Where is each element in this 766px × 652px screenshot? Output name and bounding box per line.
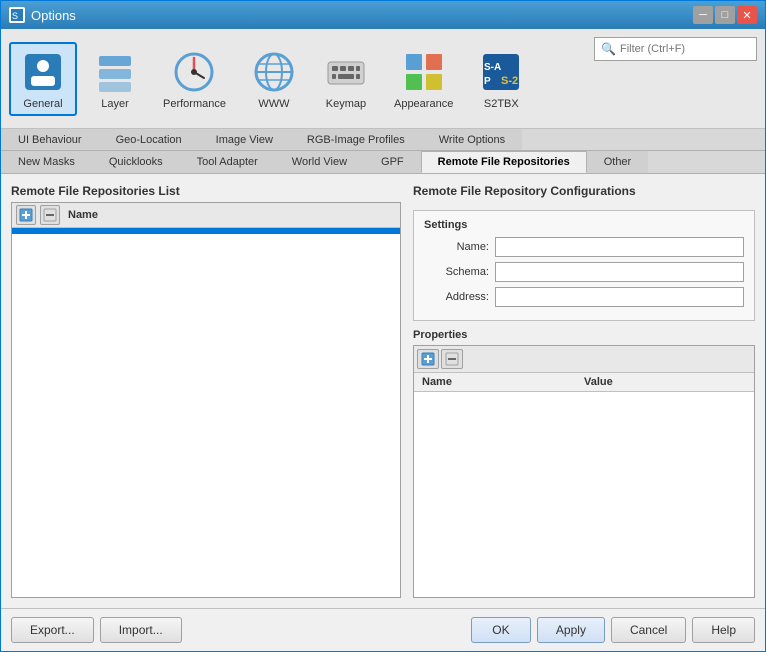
bottom-left: Export... Import...: [11, 617, 182, 643]
title-bar: S Options ─ □ ✕: [1, 1, 765, 29]
search-box[interactable]: 🔍: [594, 37, 757, 61]
tabs-container: UI Behaviour Geo-Location Image View RGB…: [1, 129, 765, 174]
tab-write-options[interactable]: Write Options: [422, 129, 522, 150]
ok-button[interactable]: OK: [471, 617, 531, 643]
left-panel-title: Remote File Repositories List: [11, 184, 401, 198]
right-panel-title: Remote File Repository Configurations: [413, 184, 755, 198]
apply-button[interactable]: Apply: [537, 617, 605, 643]
tab-ui-behaviour[interactable]: UI Behaviour: [1, 129, 99, 150]
content-inner: Remote File Repositories List: [11, 184, 755, 598]
tab-row-2: New Masks Quicklooks Tool Adapter World …: [1, 151, 765, 173]
export-button[interactable]: Export...: [11, 617, 94, 643]
maximize-button[interactable]: □: [715, 6, 735, 24]
app-icon: S: [9, 7, 25, 23]
keymap-icon: [322, 48, 370, 96]
props-col-value: Value: [584, 376, 746, 388]
properties-container: Name Value: [413, 345, 755, 598]
search-icon: 🔍: [601, 42, 616, 56]
tab-other[interactable]: Other: [587, 151, 649, 173]
left-panel: Remote File Repositories List: [11, 184, 401, 598]
toolbar-item-www[interactable]: WWW: [240, 42, 308, 116]
svg-text:S-A: S-A: [484, 62, 501, 73]
tab-remote-file-repositories[interactable]: Remote File Repositories: [421, 151, 587, 173]
bottom-bar: Export... Import... OK Apply Cancel Help: [1, 608, 765, 651]
s2tbx-icon: S-A P S-2: [477, 48, 525, 96]
right-panel: Remote File Repository Configurations Se…: [413, 184, 755, 598]
toolbar-item-s2tbx[interactable]: S-A P S-2 S2TBX: [467, 42, 535, 116]
props-body: [414, 392, 754, 597]
title-controls: ─ □ ✕: [693, 6, 757, 24]
minimize-button[interactable]: ─: [693, 6, 713, 24]
tab-quicklooks[interactable]: Quicklooks: [92, 151, 180, 173]
toolbar-label-appearance: Appearance: [394, 98, 453, 110]
layer-icon: [91, 48, 139, 96]
toolbar: General Layer: [1, 29, 765, 129]
toolbar-label-s2tbx: S2TBX: [484, 98, 519, 110]
tab-row-1: UI Behaviour Geo-Location Image View RGB…: [1, 129, 765, 151]
field-row-address: Address:: [424, 287, 744, 307]
tab-world-view[interactable]: World View: [275, 151, 364, 173]
content-area: Remote File Repositories List: [1, 174, 765, 608]
settings-title: Settings: [424, 219, 744, 231]
svg-text:S: S: [12, 11, 18, 21]
toolbar-item-keymap[interactable]: Keymap: [312, 42, 380, 116]
list-add-button[interactable]: [16, 205, 36, 225]
field-row-schema: Schema:: [424, 262, 744, 282]
search-input[interactable]: [620, 43, 750, 55]
help-button[interactable]: Help: [692, 617, 755, 643]
tab-gpf[interactable]: GPF: [364, 151, 421, 173]
props-remove-button[interactable]: [441, 349, 463, 369]
properties-section: Properties: [413, 329, 755, 598]
settings-section: Settings Name: Schema: Address:: [413, 210, 755, 321]
svg-text:S-2: S-2: [501, 75, 518, 87]
field-label-address: Address:: [424, 291, 489, 303]
cancel-button[interactable]: Cancel: [611, 617, 686, 643]
options-window: S Options ─ □ ✕ General: [0, 0, 766, 652]
tab-geo-location[interactable]: Geo-Location: [99, 129, 199, 150]
import-button[interactable]: Import...: [100, 617, 182, 643]
toolbar-label-www: WWW: [258, 98, 289, 110]
toolbar-item-general[interactable]: General: [9, 42, 77, 116]
performance-icon: [170, 48, 218, 96]
www-icon: [250, 48, 298, 96]
props-toolbar: [414, 346, 754, 373]
field-input-address[interactable]: [495, 287, 744, 307]
properties-title: Properties: [413, 329, 755, 341]
toolbar-label-general: General: [23, 98, 62, 110]
appearance-icon: [400, 48, 448, 96]
toolbar-items: General Layer: [9, 42, 535, 116]
bottom-right: OK Apply Cancel Help: [471, 617, 755, 643]
toolbar-label-keymap: Keymap: [326, 98, 366, 110]
title-bar-left: S Options: [9, 7, 76, 23]
repository-list: Name: [11, 202, 401, 598]
field-input-name[interactable]: [495, 237, 744, 257]
field-row-name: Name:: [424, 237, 744, 257]
toolbar-item-appearance[interactable]: Appearance: [384, 42, 463, 116]
field-label-schema: Schema:: [424, 266, 489, 278]
tab-rgb-image-profiles[interactable]: RGB-Image Profiles: [290, 129, 422, 150]
list-remove-button[interactable]: [40, 205, 60, 225]
toolbar-label-performance: Performance: [163, 98, 226, 110]
svg-text:P: P: [484, 76, 491, 87]
list-selected-row[interactable]: [12, 228, 400, 234]
list-column-header: Name: [64, 207, 102, 223]
window-title: Options: [31, 8, 76, 23]
tab-image-view[interactable]: Image View: [199, 129, 290, 150]
list-header: Name: [12, 203, 400, 228]
toolbar-item-layer[interactable]: Layer: [81, 42, 149, 116]
tab-new-masks[interactable]: New Masks: [1, 151, 92, 173]
close-button[interactable]: ✕: [737, 6, 757, 24]
props-col-name: Name: [422, 376, 584, 388]
props-add-button[interactable]: [417, 349, 439, 369]
field-label-name: Name:: [424, 241, 489, 253]
tab-tool-adapter[interactable]: Tool Adapter: [180, 151, 275, 173]
toolbar-label-layer: Layer: [101, 98, 129, 110]
props-header: Name Value: [414, 373, 754, 392]
toolbar-item-performance[interactable]: Performance: [153, 42, 236, 116]
field-input-schema[interactable]: [495, 262, 744, 282]
general-icon: [19, 48, 67, 96]
